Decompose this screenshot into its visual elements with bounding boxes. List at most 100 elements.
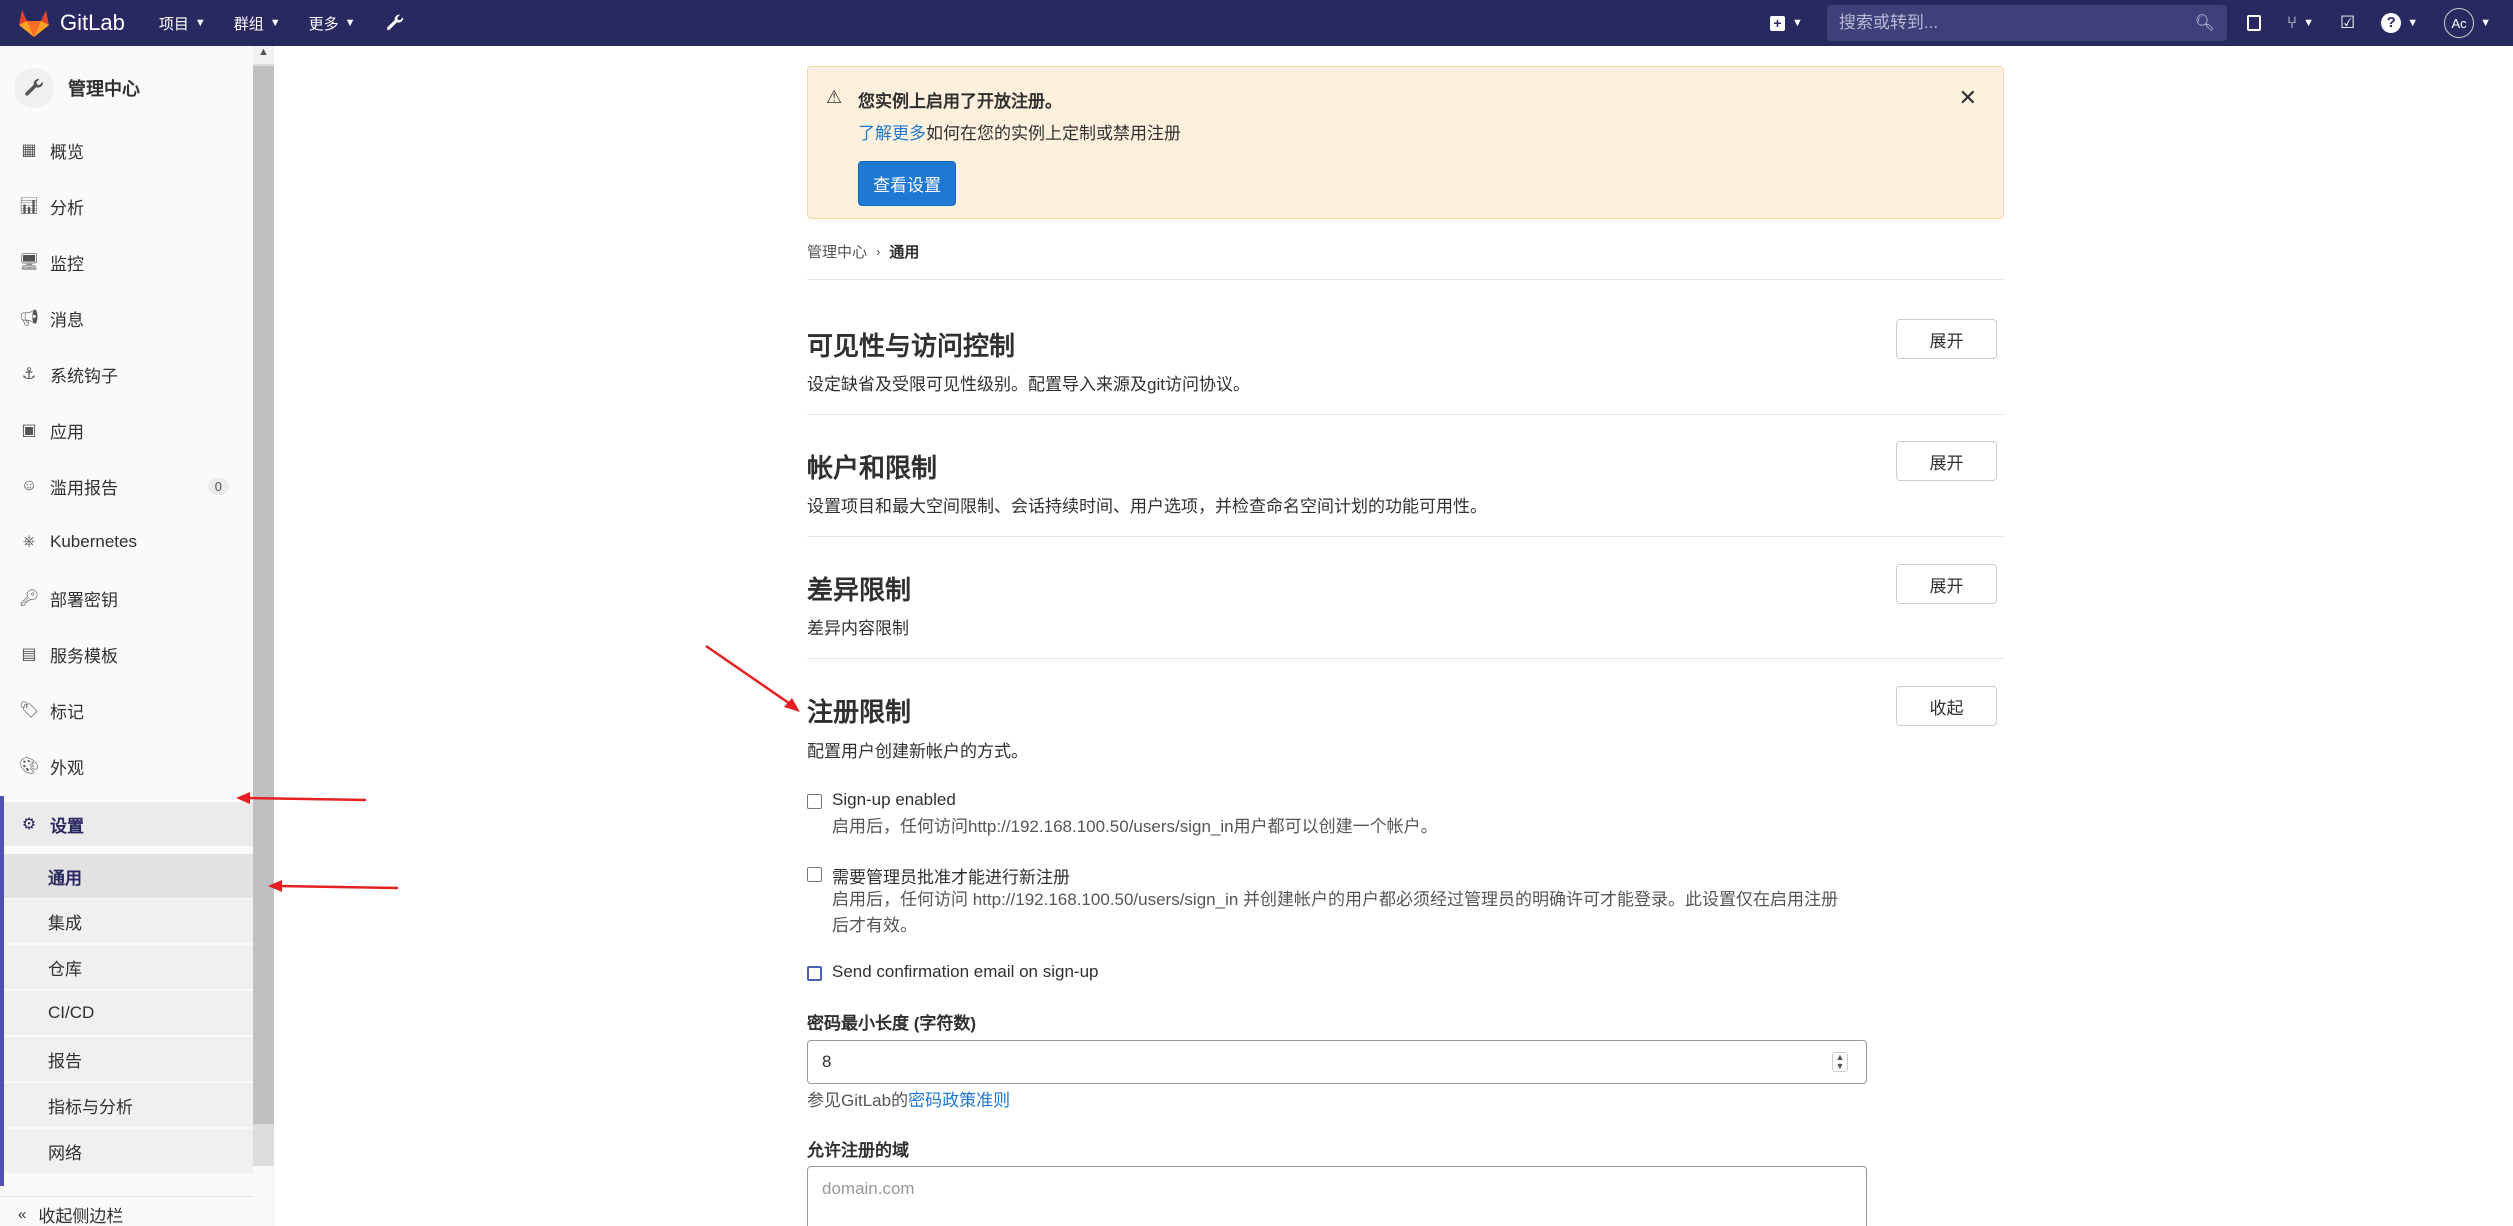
sidebar-subitem-metrics[interactable]: 指标与分析: [4, 1083, 253, 1127]
sidebar-item-deploy-keys[interactable]: 🔑︎ 部署密钥: [0, 576, 253, 620]
signup-enabled-label[interactable]: Sign-up enabled: [832, 790, 956, 810]
tanuki-icon: [19, 10, 49, 37]
confirm-email-label[interactable]: Send confirmation email on sign-up: [832, 962, 1098, 982]
sidebar-scrollbar-thumb[interactable]: [253, 66, 274, 1124]
scroll-up-arrow-icon[interactable]: ▲: [253, 46, 274, 64]
new-item-button[interactable]: + ▼: [1769, 15, 1803, 31]
sidebar-subitem-general[interactable]: 通用: [4, 854, 253, 898]
divider: [807, 536, 2004, 537]
annotation-arrow-icon: [705, 644, 800, 712]
sidebar-header-title: 管理中心: [68, 79, 140, 99]
sidebar-item-abuse-reports[interactable]: ☺ 滥用报告 0: [0, 464, 253, 508]
sidebar-item-overview[interactable]: ▦ 概览: [0, 128, 253, 172]
breadcrumb-admin-link[interactable]: 管理中心: [807, 241, 867, 262]
sidebar-item-labels[interactable]: 🏷︎ 标记: [0, 688, 253, 732]
view-settings-button[interactable]: 查看设置: [858, 161, 956, 206]
admin-approval-help-line1: 启用后，任何访问 http://192.168.100.50/users/sig…: [832, 890, 1839, 909]
merge-request-icon: ⑂: [2286, 13, 2298, 32]
section-desc-diff-limits: 差异内容限制: [807, 619, 909, 638]
allowed-domains-textarea[interactable]: domain.com: [807, 1166, 1867, 1226]
breadcrumb: 管理中心 › 通用: [807, 241, 919, 262]
sidebar-subitem-label: 集成: [48, 913, 82, 933]
sidebar-subitem-network[interactable]: 网络: [4, 1129, 253, 1173]
sidebar-item-label: 系统钩子: [50, 366, 118, 386]
sidebar-item-system-hooks[interactable]: ⚓︎ 系统钩子: [0, 352, 253, 396]
alert-title: 您实例上启用了开放注册。: [858, 92, 1062, 111]
sidebar-subitem-cicd[interactable]: CI/CD: [4, 991, 253, 1035]
settings-active-indicator: [0, 796, 4, 1186]
merge-requests-button[interactable]: ⑂ ▼: [2287, 13, 2314, 33]
annotation-arrow-icon: [236, 792, 367, 804]
signup-enabled-row: Sign-up enabled: [807, 790, 956, 810]
expand-account-limits-button[interactable]: 展开: [1896, 441, 1997, 481]
divider: [807, 279, 2004, 280]
key-icon: 🔑︎: [18, 590, 40, 607]
sidebar-subitem-label: 仓库: [48, 959, 82, 979]
section-desc-visibility: 设定缺省及受限可见性级别。配置导入来源及git访问协议。: [807, 375, 1250, 394]
warning-icon: ⚠: [826, 87, 843, 107]
kubernetes-icon: ⎈: [22, 533, 36, 550]
sidebar-item-service-templates[interactable]: ▤ 服务模板: [0, 632, 253, 676]
collapse-signup-restrictions-button[interactable]: 收起: [1896, 686, 1997, 726]
sidebar-subitem-reporting[interactable]: 报告: [4, 1037, 253, 1081]
search-input[interactable]: [1838, 13, 2195, 33]
admin-approval-label[interactable]: 需要管理员批准才能进行新注册: [832, 863, 1070, 888]
sidebar-header[interactable]: 管理中心: [14, 68, 140, 108]
template-icon: ▤: [21, 646, 37, 663]
sidebar-item-applications[interactable]: ▣ 应用: [0, 408, 253, 452]
sidebar-item-label: 外观: [50, 758, 84, 778]
collapse-sidebar-label: 收起侧边栏: [38, 1207, 124, 1226]
expand-visibility-button[interactable]: 展开: [1896, 319, 1997, 359]
search-box[interactable]: 🔍︎: [1826, 5, 2227, 41]
chevron-down-icon: ▼: [2480, 17, 2491, 29]
logo-text: GitLab: [60, 10, 125, 35]
nav-more[interactable]: 更多 ▼: [309, 13, 356, 34]
palette-icon: 🎨︎: [18, 758, 40, 775]
gear-icon: ⚙: [21, 816, 37, 833]
monitor-icon: 🖥︎: [18, 254, 40, 271]
wrench-icon: [386, 14, 403, 31]
password-policy-link[interactable]: 密码政策准则: [908, 1091, 1010, 1110]
hook-icon: ⚓︎: [21, 366, 37, 383]
nav-projects[interactable]: 项目 ▼: [159, 13, 206, 34]
gitlab-logo[interactable]: GitLab: [18, 8, 125, 38]
sidebar-subitem-integrations[interactable]: 集成: [4, 899, 253, 943]
sidebar-item-appearance[interactable]: 🎨︎ 外观: [0, 744, 253, 788]
expand-diff-limits-button[interactable]: 展开: [1896, 564, 1997, 604]
todos-button[interactable]: ☑: [2340, 13, 2355, 33]
tag-icon: 🏷︎: [18, 702, 40, 719]
admin-approval-row: 需要管理员批准才能进行新注册: [807, 863, 1070, 888]
admin-wrench-button[interactable]: [384, 12, 406, 34]
sidebar-item-label: 部署密钥: [50, 590, 118, 610]
confirm-email-checkbox[interactable]: [807, 966, 822, 981]
sidebar-subitem-repository[interactable]: 仓库: [4, 945, 253, 989]
issues-button[interactable]: [2246, 15, 2261, 31]
signup-enabled-checkbox[interactable]: [807, 794, 822, 809]
sidebar-item-label: 概览: [50, 142, 84, 162]
wrench-icon: [14, 68, 54, 108]
user-menu-button[interactable]: Ac ▼: [2444, 8, 2491, 38]
sidebar-item-label: Kubernetes: [50, 532, 137, 551]
annotation-arrow-icon: [268, 880, 399, 892]
collapse-sidebar-button[interactable]: « 收起侧边栏: [0, 1196, 253, 1226]
sidebar-item-monitor[interactable]: 🖥︎ 监控: [0, 240, 253, 284]
sidebar-item-settings[interactable]: ⚙ 设置: [0, 802, 253, 846]
chevron-down-icon: ▼: [2407, 17, 2419, 29]
issues-icon: [2246, 15, 2261, 31]
learn-more-link[interactable]: 了解更多: [858, 124, 926, 143]
close-icon[interactable]: ✕: [1959, 85, 1977, 111]
chevron-right-icon: ›: [876, 244, 881, 259]
megaphone-icon: 📢︎: [18, 310, 40, 327]
nav-groups[interactable]: 群组 ▼: [234, 13, 281, 34]
min-password-length-input[interactable]: 8 ▲ ▼: [807, 1040, 1867, 1084]
divider: [807, 414, 2004, 415]
section-desc-account-limits: 设置项目和最大空间限制、会话持续时间、用户选项，并检查命名空间计划的功能可用性。: [807, 497, 1487, 516]
help-button[interactable]: ? ▼: [2381, 13, 2418, 33]
sidebar-item-analytics[interactable]: 📊︎ 分析: [0, 184, 253, 228]
stepper-arrows-icon[interactable]: ▲ ▼: [1832, 1052, 1848, 1072]
sidebar-item-messages[interactable]: 📢︎ 消息: [0, 296, 253, 340]
sidebar-item-label: 消息: [50, 310, 84, 330]
alert-body-text: 如何在您的实例上定制或禁用注册: [926, 124, 1181, 143]
sidebar-item-kubernetes[interactable]: ⎈ Kubernetes: [0, 520, 253, 564]
admin-approval-checkbox[interactable]: [807, 867, 822, 882]
